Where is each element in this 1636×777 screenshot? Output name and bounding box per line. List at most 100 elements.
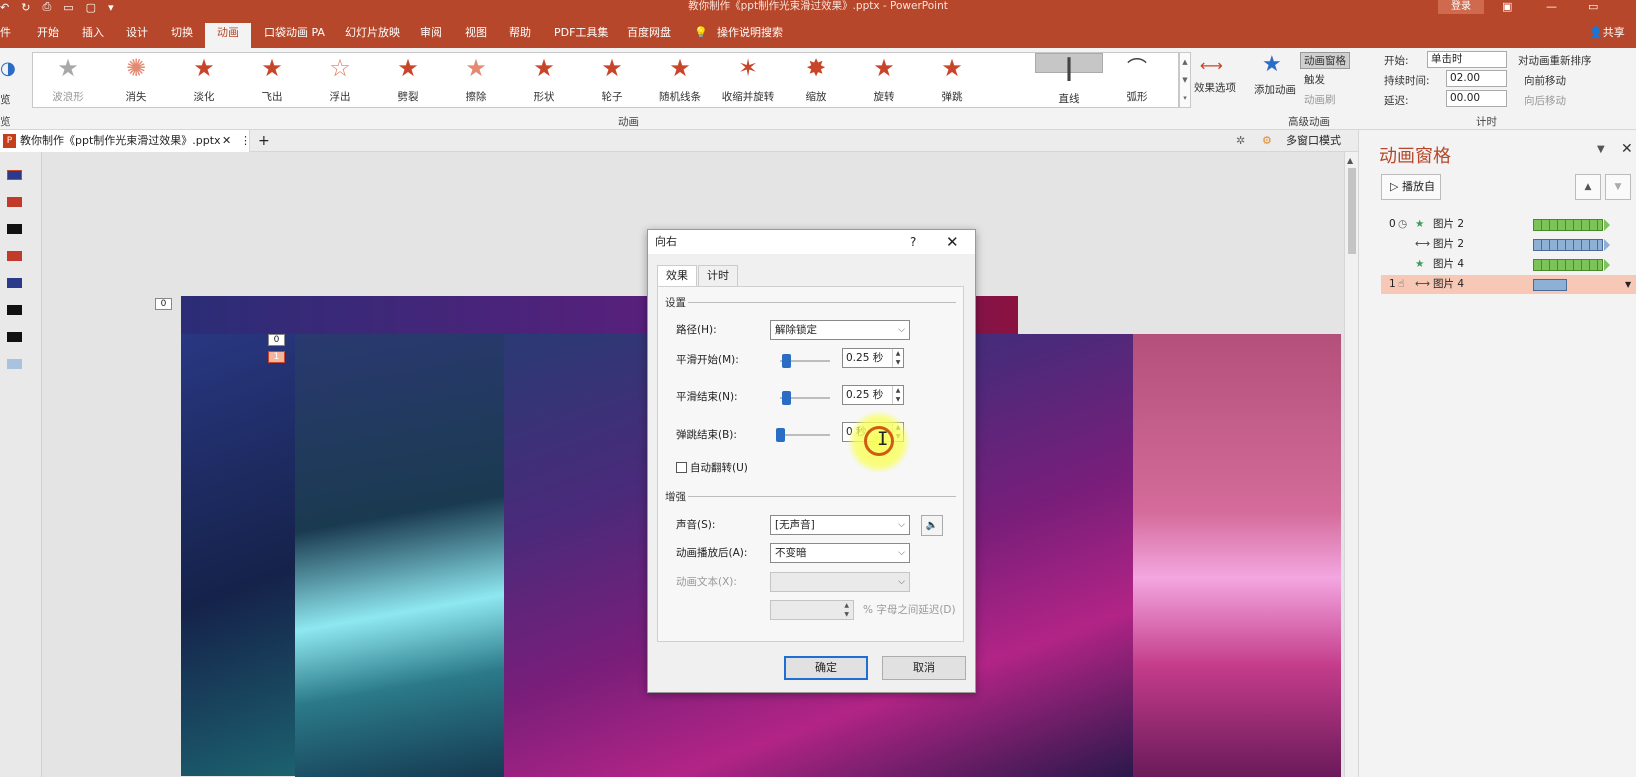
slider-thumb[interactable] (776, 428, 785, 442)
path-select[interactable]: 解除锁定 ⌵ (770, 320, 910, 340)
anim-zoom[interactable]: ✸ 缩放 (782, 53, 850, 107)
anim-random-bars[interactable]: ★ 随机线条 (646, 53, 714, 107)
slide-thumb[interactable] (7, 359, 22, 369)
spin-arrows-icon[interactable]: ▲▼ (892, 386, 903, 404)
slide-thumb[interactable] (7, 332, 22, 342)
animation-list-item-selected[interactable]: 1 ☝ ⟷ 图片 4 ▼ (1381, 275, 1636, 294)
animation-list-item[interactable]: ⟷ 图片 2 (1381, 235, 1636, 254)
login-button[interactable]: 登录 (1438, 0, 1484, 14)
smooth-start-slider[interactable] (780, 354, 830, 368)
tab-file[interactable]: 件 (0, 23, 11, 48)
speaker-icon[interactable]: 🔈 (921, 515, 943, 536)
slide-thumb[interactable] (7, 170, 22, 180)
help-icon[interactable]: ? (910, 230, 916, 254)
close-pane-icon[interactable]: ✕ (1621, 141, 1633, 157)
duration-input[interactable]: 02.00 (1446, 70, 1507, 87)
letter-delay-input[interactable]: ▲ ▼ (770, 600, 854, 620)
ok-button[interactable]: 确定 (784, 656, 868, 680)
slide-thumb[interactable] (7, 197, 22, 207)
smooth-start-input[interactable]: 0.25 秒 ▲ ▼ (842, 348, 904, 368)
anim-split[interactable]: ★ 劈裂 (374, 53, 442, 107)
anim-swivel[interactable]: ★ 旋转 (850, 53, 918, 107)
document-tab[interactable]: P 教你制作《ppt制作光束滑过效果》.pptx ✕ ⋮ (0, 130, 251, 152)
timeline-bar[interactable] (1533, 239, 1603, 251)
add-animation-button[interactable]: 添加动画 (1254, 82, 1296, 97)
tab-transitions[interactable]: 切换 (171, 23, 193, 48)
tab-design[interactable]: 设计 (126, 23, 148, 48)
move-later-button[interactable]: 向后移动 (1524, 93, 1566, 108)
preview-icon[interactable]: ◑ (0, 58, 16, 79)
animation-painter-button[interactable]: 动画刷 (1304, 92, 1336, 107)
spin-arrows-icon[interactable]: ▲▼ (892, 349, 903, 367)
ribbon-display-icon[interactable]: ▣ (1502, 0, 1512, 14)
after-animation-select[interactable]: 不变暗 ⌵ (770, 543, 910, 563)
tab-insert[interactable]: 插入 (82, 23, 104, 48)
timeline-bar[interactable] (1533, 279, 1567, 291)
tab-view[interactable]: 视图 (465, 23, 487, 48)
animation-list-item[interactable]: ★ 图片 4 (1381, 255, 1636, 274)
anim-arc[interactable]: ⌒ 弧形 (1103, 53, 1171, 107)
anim-fade[interactable]: ★ 淡化 (170, 53, 238, 107)
slide-thumb[interactable] (7, 305, 22, 315)
play-from-button[interactable]: ▷ 播放自 (1381, 174, 1441, 200)
gear-icon[interactable]: ⚙ (1262, 130, 1272, 152)
tab-review[interactable]: 审阅 (420, 23, 442, 48)
slide-thumb[interactable] (7, 251, 22, 261)
sound-select[interactable]: [无声音] ⌵ (770, 515, 910, 535)
tab-pocket-animation[interactable]: 口袋动画 PA (264, 23, 325, 48)
pin-icon[interactable]: ✲ (1236, 130, 1245, 152)
tab-help[interactable]: 帮助 (509, 23, 531, 48)
restore-icon[interactable]: ▭ (1588, 0, 1598, 14)
tab-animations[interactable]: 动画 (205, 23, 251, 48)
animation-tag[interactable]: 0 (155, 298, 172, 310)
move-down-button[interactable]: ▼ (1605, 174, 1631, 200)
scroll-up-icon[interactable]: ▲ (1347, 156, 1353, 165)
slide-thumb[interactable] (7, 278, 22, 288)
delay-input[interactable]: 00.00 (1446, 90, 1507, 107)
tab-more-icon[interactable]: ⋮ (240, 130, 251, 152)
cancel-button[interactable]: 取消 (882, 656, 966, 680)
tab-timing[interactable]: 计时 (698, 265, 738, 287)
tell-me-search[interactable]: 操作说明搜索 (717, 23, 783, 48)
scroll-thumb[interactable] (1348, 168, 1356, 254)
anim-float-out[interactable]: ☆ 浮出 (306, 53, 374, 107)
tab-home[interactable]: 开始 (37, 23, 59, 48)
anim-shape[interactable]: ★ 形状 (510, 53, 578, 107)
multiwindow-button[interactable]: 多窗口模式 (1286, 130, 1341, 152)
bounce-end-slider[interactable] (776, 428, 830, 442)
smooth-end-slider[interactable] (780, 391, 830, 405)
close-icon[interactable]: ✕ (946, 230, 959, 254)
start-select[interactable]: 单击时 (1427, 51, 1507, 68)
vertical-scrollbar[interactable]: ▲ (1344, 152, 1358, 777)
minimize-icon[interactable]: — (1546, 0, 1557, 14)
slide-thumb[interactable] (7, 224, 22, 234)
tab-slideshow[interactable]: 幻灯片放映 (345, 23, 400, 48)
tab-pdf-tools[interactable]: PDF工具集 (554, 23, 608, 48)
trigger-button[interactable]: 触发 (1304, 72, 1325, 87)
spin-arrows-icon[interactable]: ▲▼ (844, 601, 849, 619)
animation-list-item[interactable]: 0 ◷ ★ 图片 2 (1381, 215, 1636, 234)
auto-reverse-checkbox[interactable] (676, 462, 687, 473)
slide-image-pink[interactable] (1133, 334, 1341, 777)
move-earlier-button[interactable]: 向前移动 (1524, 73, 1566, 88)
anim-wheel[interactable]: ★ 轮子 (578, 53, 646, 107)
gallery-scroll[interactable]: ▲ ▼ ▾ (1179, 52, 1191, 108)
anim-shrink-turn[interactable]: ✶ 收缩并旋转 (714, 53, 782, 107)
tab-effect[interactable]: 效果 (657, 265, 697, 287)
anim-bounce[interactable]: ★ 弹跳 (918, 53, 986, 107)
anim-fly-out[interactable]: ★ 飞出 (238, 53, 306, 107)
tab-baidu-netdisk[interactable]: 百度网盘 (627, 23, 671, 48)
add-tab-icon[interactable]: + (258, 130, 270, 152)
animate-text-select[interactable]: ⌵ (770, 572, 910, 592)
anim-disappear[interactable]: ✺ 消失 (102, 53, 170, 107)
animation-tag[interactable]: 0 (268, 334, 285, 346)
anim-wipe[interactable]: ★ 擦除 (442, 53, 510, 107)
item-dropdown-icon[interactable]: ▼ (1625, 275, 1631, 294)
slider-thumb[interactable] (782, 391, 791, 405)
effect-options-button[interactable]: 效果选项 (1194, 80, 1236, 95)
move-up-button[interactable]: ▲ (1575, 174, 1601, 200)
timeline-bar[interactable] (1533, 219, 1603, 231)
animation-tag-selected[interactable]: 1 (268, 351, 285, 363)
pane-options-icon[interactable]: ▼ (1597, 144, 1605, 155)
timeline-bar[interactable] (1533, 259, 1603, 271)
